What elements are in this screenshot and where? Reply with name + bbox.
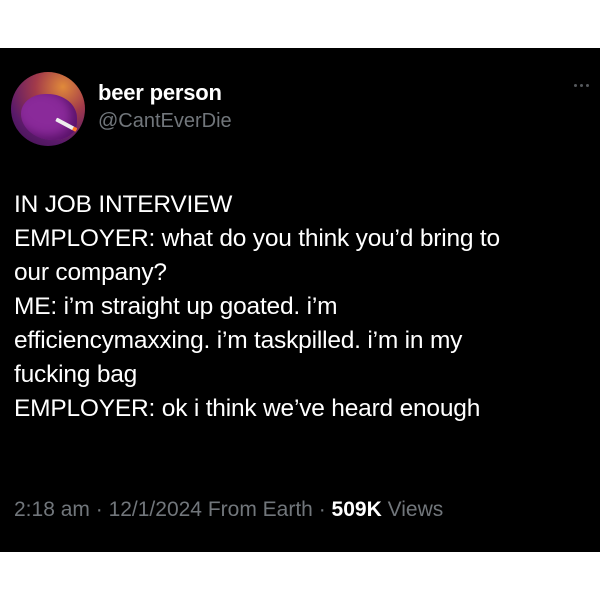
tweet-source: From Earth — [207, 498, 313, 521]
tweet-date[interactable]: 12/1/2024 — [109, 498, 202, 521]
display-name[interactable]: beer person — [98, 80, 222, 106]
tweet-line: IN JOB INTERVIEW — [14, 191, 233, 218]
tweet-line: EMPLOYER: ok i think we’ve heard enough — [14, 395, 481, 422]
user-handle[interactable]: @CantEverDie — [98, 110, 232, 133]
views-label: Views — [387, 498, 444, 521]
tweet-line: ME: i’m straight up goated. i’m — [14, 293, 338, 320]
tweet-meta: 2:18 am · 12/1/2024 From Earth · 509K Vi… — [14, 498, 443, 522]
meta-separator: · — [89, 498, 109, 521]
tweet-line: efficiencymaxxing. i’m taskpilled. i’m i… — [14, 327, 463, 354]
tweet-line: fucking bag — [14, 361, 138, 388]
avatar-figure — [21, 94, 77, 140]
meta-separator: · — [312, 498, 332, 521]
tweet-line: our company? — [14, 259, 167, 286]
more-dots-icon[interactable] — [574, 78, 596, 92]
tweet-card: beer person @CantEverDie IN JOB INTERVIE… — [0, 48, 600, 552]
tweet-time[interactable]: 2:18 am — [14, 498, 90, 521]
tweet-text: IN JOB INTERVIEW EMPLOYER: what do you t… — [14, 188, 594, 426]
views-count[interactable]: 509K — [332, 498, 382, 521]
avatar[interactable] — [11, 72, 85, 146]
tweet-line: EMPLOYER: what do you think you’d bring … — [14, 225, 500, 252]
